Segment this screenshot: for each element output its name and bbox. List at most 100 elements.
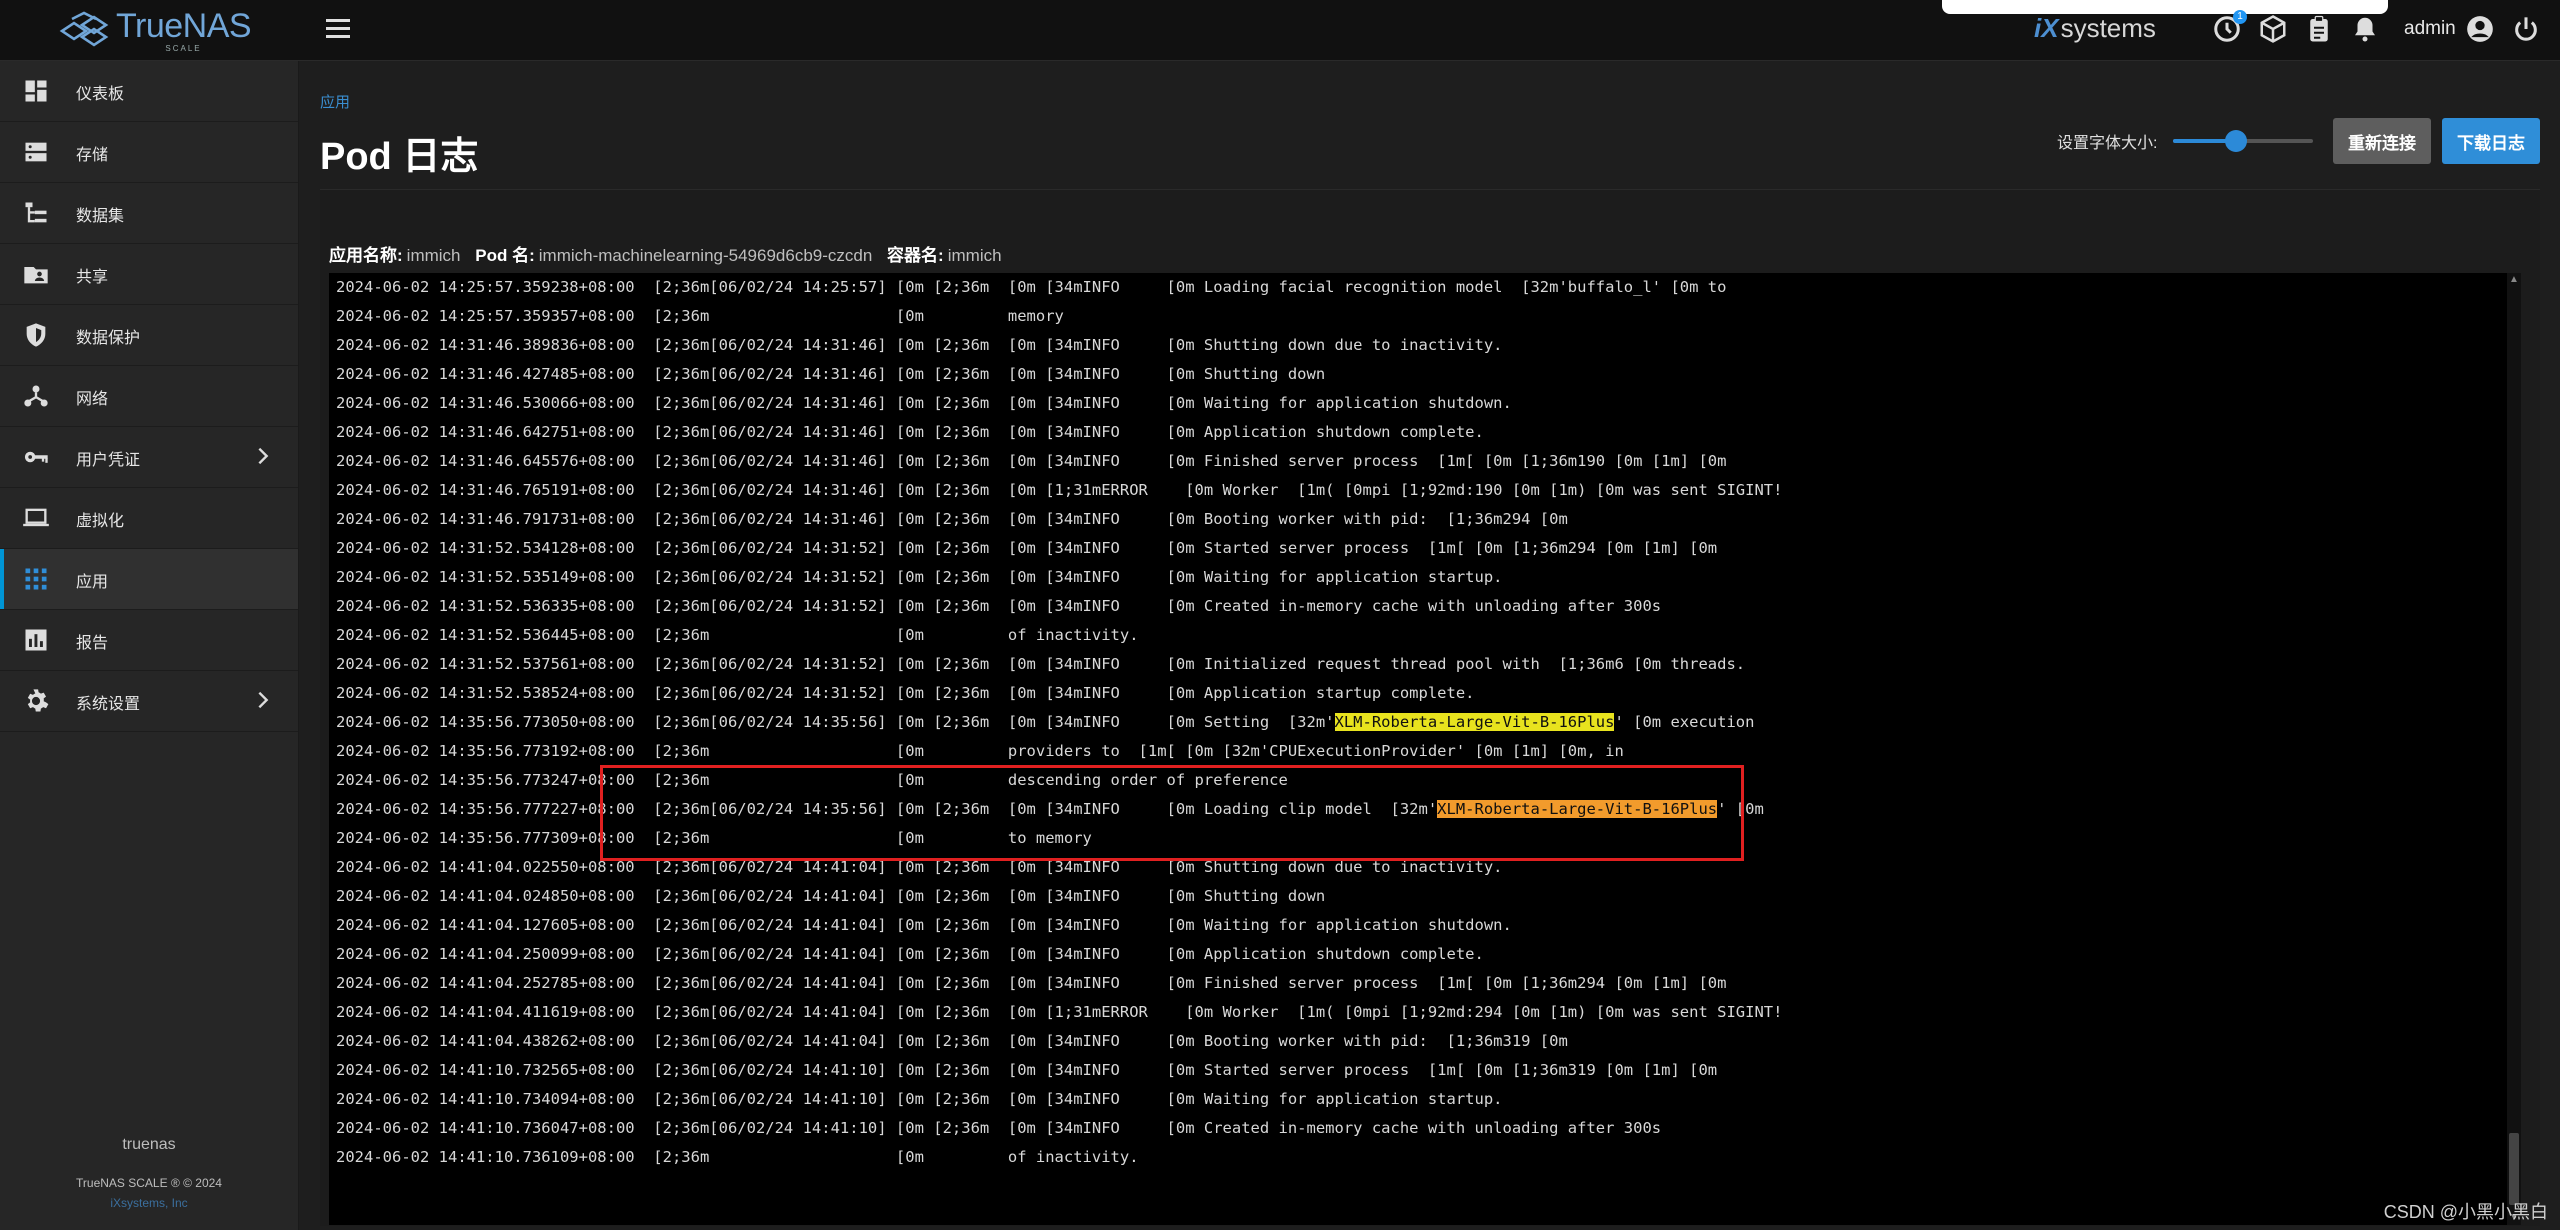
log-message: [2;36m[06/02/24 14:31:52] [0m [2;36m [0m… xyxy=(634,655,1746,673)
log-timestamp: 2024-06-02 14:35:56.773050+08:00 xyxy=(336,713,635,731)
log-message: [2;36m[06/02/24 14:31:52] [0m [2;36m [0m… xyxy=(634,568,1503,586)
log-message: [2;36m[06/02/24 14:31:52] [0m [2;36m [0m… xyxy=(634,539,1718,557)
pod-name-label: Pod 名: xyxy=(475,246,535,265)
network-icon xyxy=(22,382,50,410)
download-logs-button[interactable]: 下载日志 xyxy=(2442,118,2540,164)
sidebar-item-label: 虚拟化 xyxy=(76,513,125,530)
log-message: [2;36m[06/02/24 14:31:52] [0m [2;36m [0m… xyxy=(634,684,1475,702)
log-message: [2;36m [0m of inactivity. xyxy=(634,626,1139,644)
log-message: [2;36m [0m of inactivity. xyxy=(634,1148,1139,1166)
log-message: [2;36m[06/02/24 14:41:04] [0m [2;36m [0m… xyxy=(634,887,1326,905)
log-line: 2024-06-02 14:41:04.127605+08:00 [2;36m[… xyxy=(336,911,1782,940)
log-line: 2024-06-02 14:31:46.389836+08:00 [2;36m[… xyxy=(336,331,1782,360)
log-timestamp: 2024-06-02 14:31:52.537561+08:00 xyxy=(336,655,635,673)
page-title: Pod 日志 xyxy=(320,136,479,178)
log-line: 2024-06-02 14:31:52.537561+08:00 [2;36m[… xyxy=(336,650,1782,679)
slider-thumb[interactable] xyxy=(2225,130,2247,152)
breadcrumb[interactable]: 应用 xyxy=(320,91,350,112)
log-message: [2;36m[06/02/24 14:41:04] [0m [2;36m [0m… xyxy=(634,1032,1568,1050)
sidebar-item-label: 用户凭证 xyxy=(76,452,141,469)
log-timestamp: 2024-06-02 14:31:46.642751+08:00 xyxy=(336,423,635,441)
log-line: 2024-06-02 14:41:04.250099+08:00 [2;36m[… xyxy=(336,940,1782,969)
font-size-slider[interactable] xyxy=(2173,129,2313,153)
sidebar-item[interactable]: 用户凭证 xyxy=(0,427,298,488)
log-message: [2;36m[06/02/24 14:31:46] [0m [2;36m [0m… xyxy=(634,510,1568,528)
sidebar-item[interactable]: 数据集 xyxy=(0,183,298,244)
username: admin xyxy=(2404,18,2456,39)
log-message: [2;36m[06/02/24 14:31:46] [0m [2;36m [0m… xyxy=(634,365,1326,383)
log-message: [2;36m [0m descending order of preferenc… xyxy=(634,771,1288,789)
version-text: TrueNAS SCALE ® © 2024 xyxy=(76,1176,222,1190)
truenas-logo[interactable]: TrueNAS SCALE xyxy=(58,9,252,53)
log-line: 2024-06-02 14:41:04.022550+08:00 [2;36m[… xyxy=(336,853,1782,882)
search-bar-stub[interactable] xyxy=(1942,0,2388,14)
log-message: [2;36m [0m to memory xyxy=(634,829,1092,847)
log-line: 2024-06-02 14:41:10.734094+08:00 [2;36m[… xyxy=(336,1085,1782,1114)
log-timestamp: 2024-06-02 14:31:46.389836+08:00 xyxy=(336,336,635,354)
reconnect-button[interactable]: 重新连接 xyxy=(2333,118,2431,164)
log-line: 2024-06-02 14:31:46.427485+08:00 [2;36m[… xyxy=(336,360,1782,389)
log-timestamp: 2024-06-02 14:41:04.411619+08:00 xyxy=(336,1003,635,1021)
pod-meta: 应用名称: immich Pod 名: immich-machinelearning… xyxy=(329,241,1002,266)
log-message: [2;36m[06/02/24 14:25:57] [0m [2;36m [0m… xyxy=(634,278,1727,296)
log-message: [2;36m [0m providers to [1m[ [0m [32m'CP… xyxy=(634,742,1624,760)
sidebar-item-label: 数据保护 xyxy=(76,330,141,347)
log-line: 2024-06-02 14:41:04.252785+08:00 [2;36m[… xyxy=(336,969,1782,998)
sidebar-item[interactable]: 应用 xyxy=(0,549,298,610)
account-circle-icon xyxy=(2466,16,2493,42)
sidebar-item-label: 数据集 xyxy=(76,208,125,225)
pod-name-value: immich-machinelearning-54969d6cb9-czcdn xyxy=(538,246,873,265)
log-message: [2;36m [0m memory xyxy=(634,307,1064,325)
sidebar-item[interactable]: 存储 xyxy=(0,122,298,183)
log-timestamp: 2024-06-02 14:31:46.530066+08:00 xyxy=(336,394,635,412)
menu-toggle-icon[interactable] xyxy=(326,19,350,41)
sidebar-item[interactable]: 系统设置 xyxy=(0,671,298,732)
log-line: 2024-06-02 14:41:10.732565+08:00 [2;36m[… xyxy=(336,1056,1782,1085)
log-timestamp: 2024-06-02 14:31:52.536445+08:00 xyxy=(336,626,635,644)
sidebar-item[interactable]: 虚拟化 xyxy=(0,488,298,549)
log-line: 2024-06-02 14:31:52.536335+08:00 [2;36m[… xyxy=(336,592,1782,621)
log-timestamp: 2024-06-02 14:41:10.732565+08:00 xyxy=(336,1061,635,1079)
log-timestamp: 2024-06-02 14:35:56.773247+08:00 xyxy=(336,771,635,789)
power-icon[interactable] xyxy=(2512,15,2540,43)
search-highlight: XLM-Roberta-Large-Vit-B-16Plus xyxy=(1334,713,1615,731)
ixsystems-logo[interactable]: iX systems xyxy=(2034,13,2156,44)
log-message: [2;36m[06/02/24 14:41:10] [0m [2;36m [0m… xyxy=(634,1061,1718,1079)
log-timestamp: 2024-06-02 14:31:46.791731+08:00 xyxy=(336,510,635,528)
log-timestamp: 2024-06-02 14:41:04.024850+08:00 xyxy=(336,887,635,905)
log-line: 2024-06-02 14:31:46.791731+08:00 [2;36m[… xyxy=(336,505,1782,534)
font-size-label: 设置字体大小: xyxy=(2057,135,2158,152)
log-message: [2;36m[06/02/24 14:41:10] [0m [2;36m [0m… xyxy=(634,1090,1503,1108)
log-line: 2024-06-02 14:41:04.438262+08:00 [2;36m[… xyxy=(336,1027,1782,1056)
sidebar-item[interactable]: 仪表板 xyxy=(0,61,298,122)
jobs-icon[interactable]: 1 xyxy=(2212,10,2247,44)
log-timestamp: 2024-06-02 14:41:10.734094+08:00 xyxy=(336,1090,635,1108)
user-menu[interactable]: admin xyxy=(2404,15,2494,43)
log-message: [2;36m[06/02/24 14:41:04] [0m [2;36m [0m… xyxy=(634,974,1727,992)
sidebar-item-label: 报告 xyxy=(76,635,109,652)
truenas-logo-mark-icon xyxy=(59,11,109,47)
hostname: truenas xyxy=(122,1136,176,1153)
sidebar-item[interactable]: 网络 xyxy=(0,366,298,427)
log-timestamp: 2024-06-02 14:31:52.535149+08:00 xyxy=(336,568,635,586)
bell-icon[interactable] xyxy=(2350,14,2380,44)
sidebar-item-label: 应用 xyxy=(76,574,109,591)
scroll-thumb[interactable] xyxy=(2509,1133,2519,1205)
log-line: 2024-06-02 14:31:52.538524+08:00 [2;36m[… xyxy=(336,679,1782,708)
sidebar-item[interactable]: 数据保护 xyxy=(0,305,298,366)
log-message-tail: ' [0m execution xyxy=(1614,713,1755,731)
log-line: 2024-06-02 14:41:04.411619+08:00 [2;36m[… xyxy=(336,998,1782,1027)
log-message: [2;36m[06/02/24 14:35:56] [0m [2;36m [0m… xyxy=(634,800,1438,818)
sidebar-item-label: 系统设置 xyxy=(76,696,141,713)
sidebar-item-label: 存储 xyxy=(76,147,109,164)
gear-icon xyxy=(22,687,50,715)
log-scrollbar[interactable]: ▲ ▼ xyxy=(2507,273,2521,1225)
clipboard-icon[interactable] xyxy=(2304,14,2334,44)
company-link[interactable]: iXsystems, Inc xyxy=(0,1196,298,1210)
log-viewer[interactable]: 2024-06-02 14:25:57.359238+08:00 [2;36m[… xyxy=(329,273,2521,1225)
truecommand-icon[interactable] xyxy=(2258,14,2288,44)
scroll-up-icon[interactable]: ▲ xyxy=(2507,273,2521,287)
log-lines: 2024-06-02 14:25:57.359238+08:00 [2;36m[… xyxy=(336,273,1782,1172)
sidebar-item[interactable]: 共享 xyxy=(0,244,298,305)
sidebar-item[interactable]: 报告 xyxy=(0,610,298,671)
